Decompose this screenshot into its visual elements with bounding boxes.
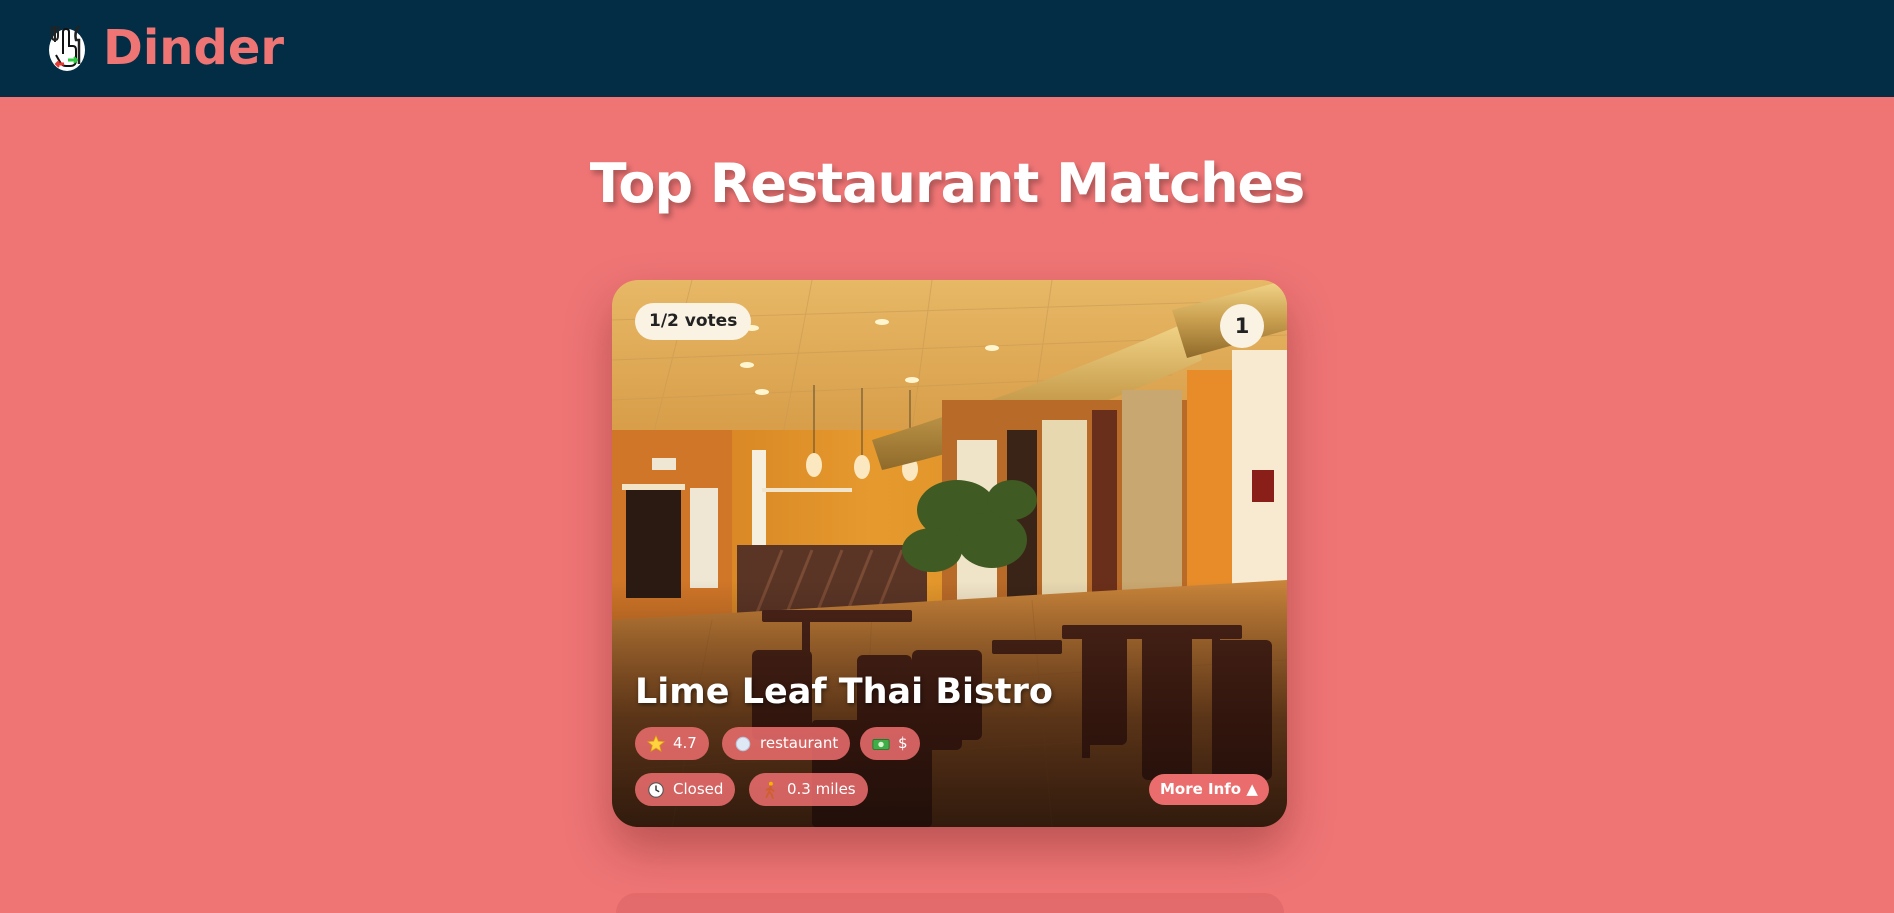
walking-person-icon bbox=[765, 781, 775, 799]
brand-name[interactable]: Dinder bbox=[103, 18, 284, 78]
votes-badge: 1/2 votes bbox=[635, 303, 752, 340]
rating-value: 4.7 bbox=[673, 734, 697, 752]
restaurant-card[interactable]: 1/2 votes 1 Lime Leaf Thai Bistro 4.7 re… bbox=[612, 280, 1287, 827]
star-icon bbox=[647, 734, 665, 752]
money-icon bbox=[872, 738, 890, 750]
status-value: Closed bbox=[673, 780, 724, 798]
rank-badge: 1 bbox=[1220, 304, 1264, 348]
photo-gradient-overlay bbox=[612, 280, 1287, 827]
category-chip: restaurant bbox=[722, 727, 851, 760]
price-value: $ bbox=[898, 734, 908, 752]
more-info-button[interactable]: More Info ▲ bbox=[1149, 774, 1269, 805]
distance-value: 0.3 miles bbox=[787, 780, 856, 798]
top-navbar: Dinder bbox=[0, 0, 1894, 97]
dinder-logo-icon[interactable] bbox=[46, 20, 88, 72]
price-chip: $ bbox=[860, 727, 920, 760]
rating-chip: 4.7 bbox=[635, 727, 709, 760]
clock-icon bbox=[648, 781, 664, 798]
category-value: restaurant bbox=[760, 734, 839, 752]
status-chip: Closed bbox=[635, 773, 736, 806]
restaurant-name: Lime Leaf Thai Bistro bbox=[635, 672, 1053, 712]
distance-chip: 0.3 miles bbox=[749, 773, 868, 806]
next-card-peek bbox=[616, 893, 1284, 913]
circle-icon bbox=[735, 736, 751, 751]
page-title: Top Restaurant Matches bbox=[589, 152, 1306, 215]
